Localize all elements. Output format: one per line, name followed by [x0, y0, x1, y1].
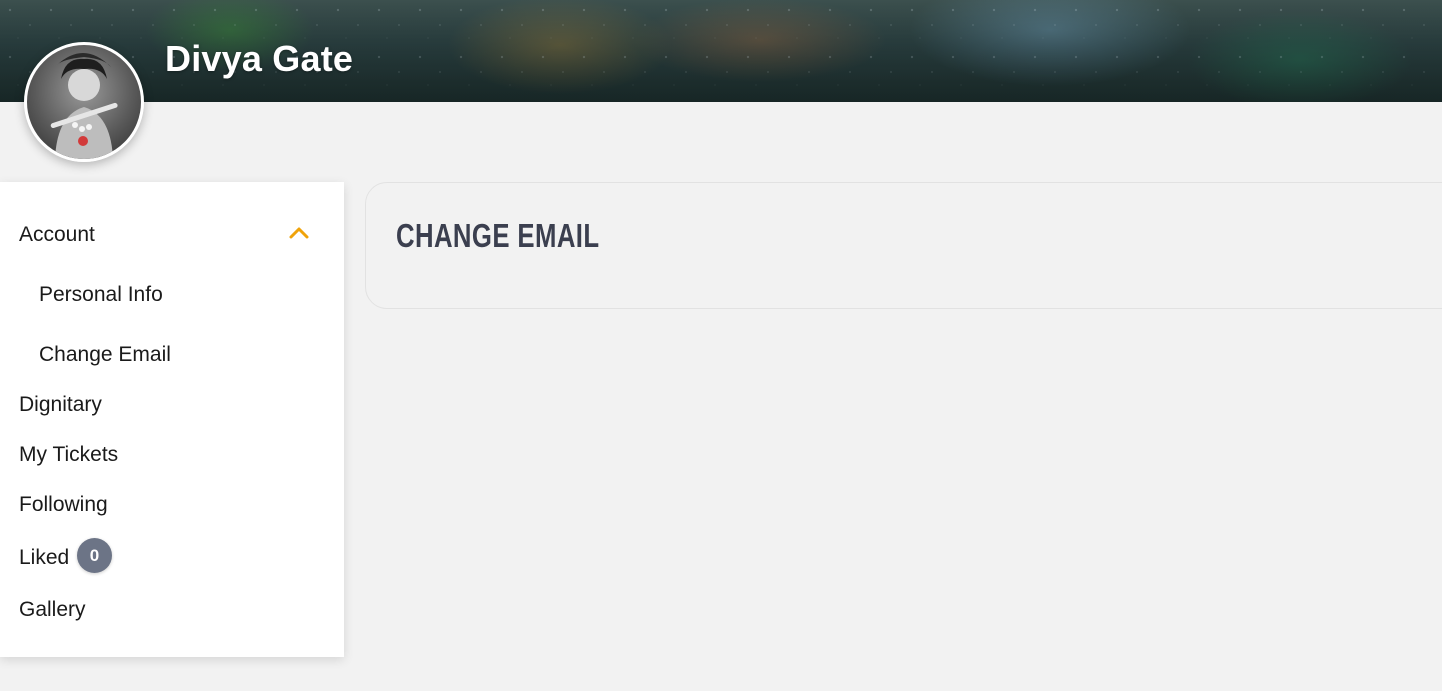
profile-avatar-icon [50, 52, 118, 159]
sidebar-item-liked[interactable]: Liked [19, 547, 69, 568]
chevron-up-icon[interactable] [288, 224, 310, 240]
avatar[interactable] [24, 42, 144, 162]
sidebar-item-personal-info[interactable]: Personal Info [39, 284, 163, 305]
page-title: CHANGE EMAIL [396, 217, 600, 254]
sidebar-item-account[interactable]: Account [19, 224, 95, 245]
account-sidebar: Account Personal Info Change Email Digni… [0, 182, 344, 657]
change-email-card: CHANGE EMAIL [365, 182, 1442, 309]
sidebar-item-dignitary[interactable]: Dignitary [19, 394, 102, 415]
sidebar-item-following[interactable]: Following [19, 494, 108, 515]
liked-count-badge: 0 [77, 538, 112, 573]
sidebar-item-change-email[interactable]: Change Email [39, 344, 171, 365]
sidebar-item-my-tickets[interactable]: My Tickets [19, 444, 118, 465]
sidebar-item-gallery[interactable]: Gallery [19, 599, 86, 620]
user-name: Divya Gate [165, 38, 354, 79]
